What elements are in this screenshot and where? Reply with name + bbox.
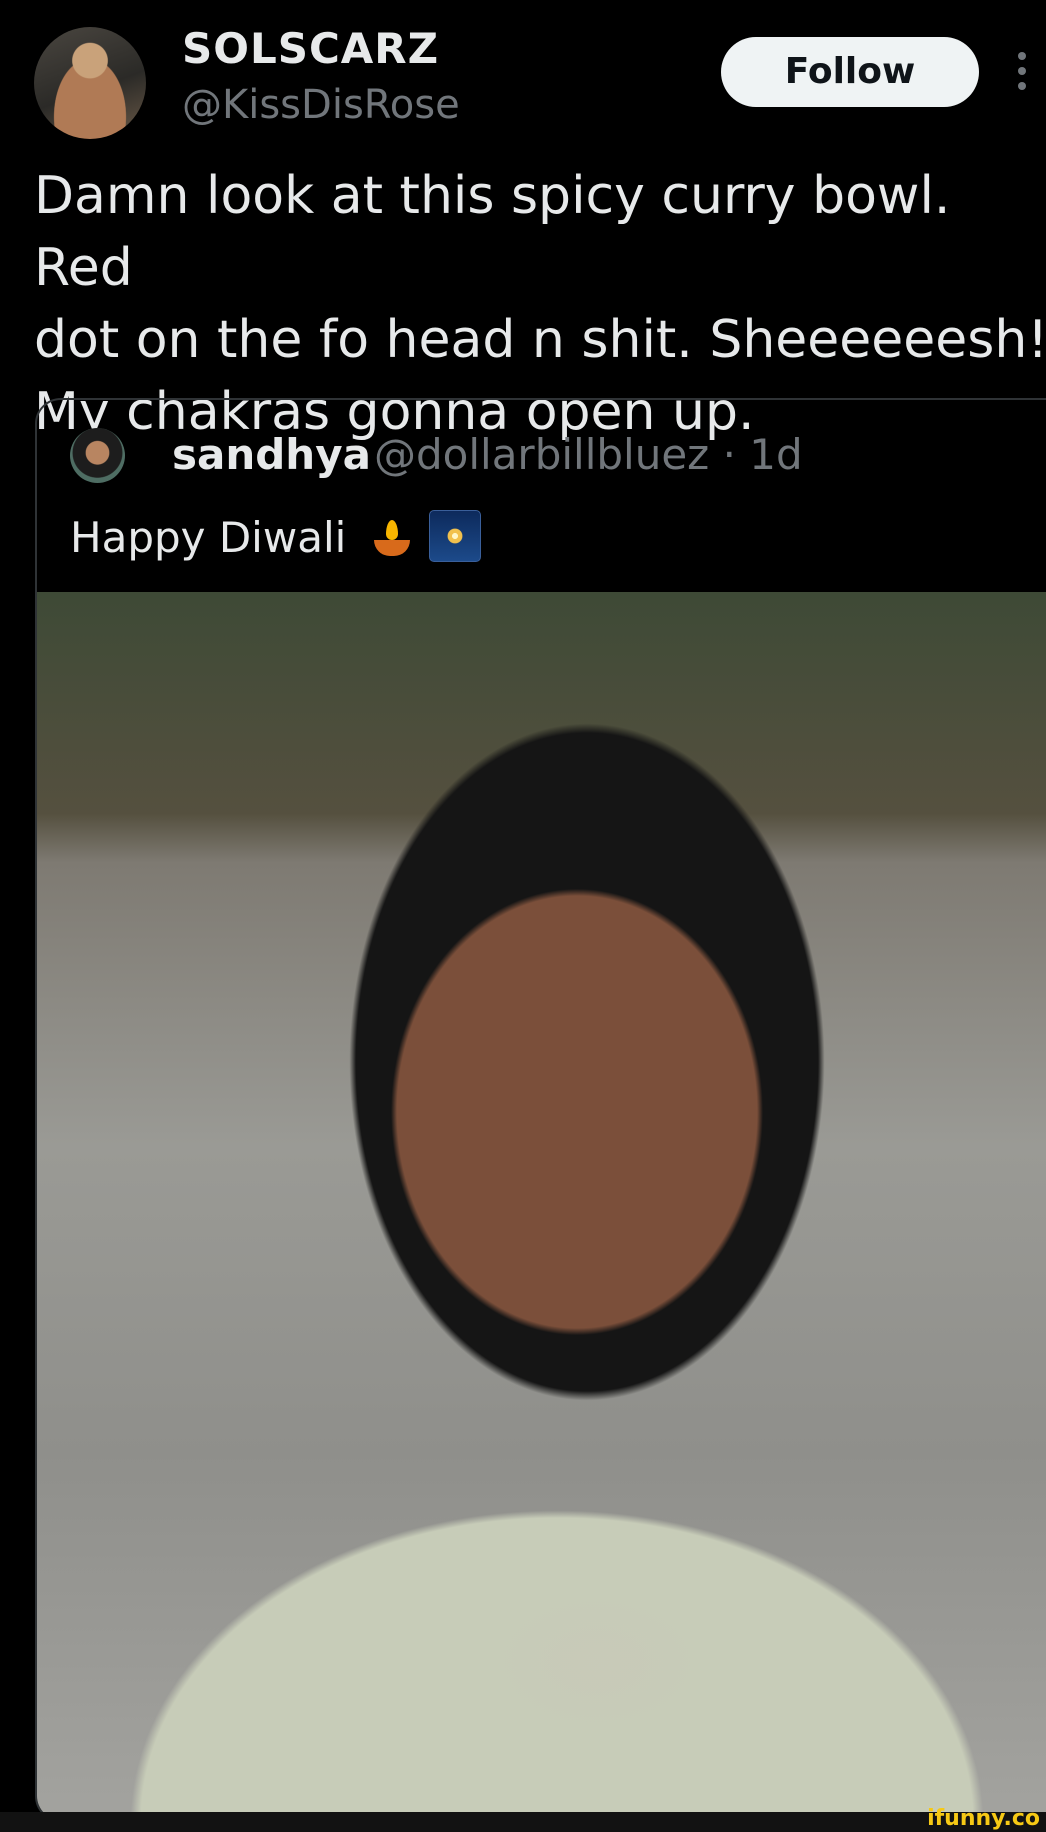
quoted-tweet-photo[interactable] [37, 592, 1046, 1820]
more-options-icon[interactable] [1016, 52, 1028, 94]
quoted-tweet-text: Happy Diwali [70, 513, 347, 562]
quoted-tweet-text-row: Happy Diwali [70, 510, 481, 562]
follow-button[interactable]: Follow [721, 37, 979, 107]
quoted-tweet-header: sandhya @dollarbillbluez · 1d [70, 428, 1046, 488]
quoted-author-avatar[interactable] [70, 428, 125, 483]
tweet-header: SOLSCARZ @KissDisRose Follow [0, 0, 1046, 150]
diya-lamp-icon [372, 520, 412, 558]
quoted-tweet-time[interactable]: 1d [749, 430, 802, 479]
quoted-tweet-card[interactable]: sandhya @dollarbillbluez · 1d Happy Diwa… [35, 398, 1046, 1822]
sparkler-icon [429, 510, 481, 562]
footer-bar [0, 1812, 1046, 1832]
author-avatar[interactable] [34, 27, 146, 139]
quoted-tweet-meta: @dollarbillbluez · 1d [374, 430, 803, 479]
quoted-author-name[interactable]: sandhya [172, 430, 371, 479]
meta-separator: · [722, 430, 736, 479]
ifunny-watermark: ifunny.co [927, 1806, 1040, 1831]
quoted-author-handle[interactable]: @dollarbillbluez [374, 430, 709, 479]
author-handle[interactable]: @KissDisRose [182, 82, 460, 128]
author-display-name[interactable]: SOLSCARZ [182, 24, 439, 73]
